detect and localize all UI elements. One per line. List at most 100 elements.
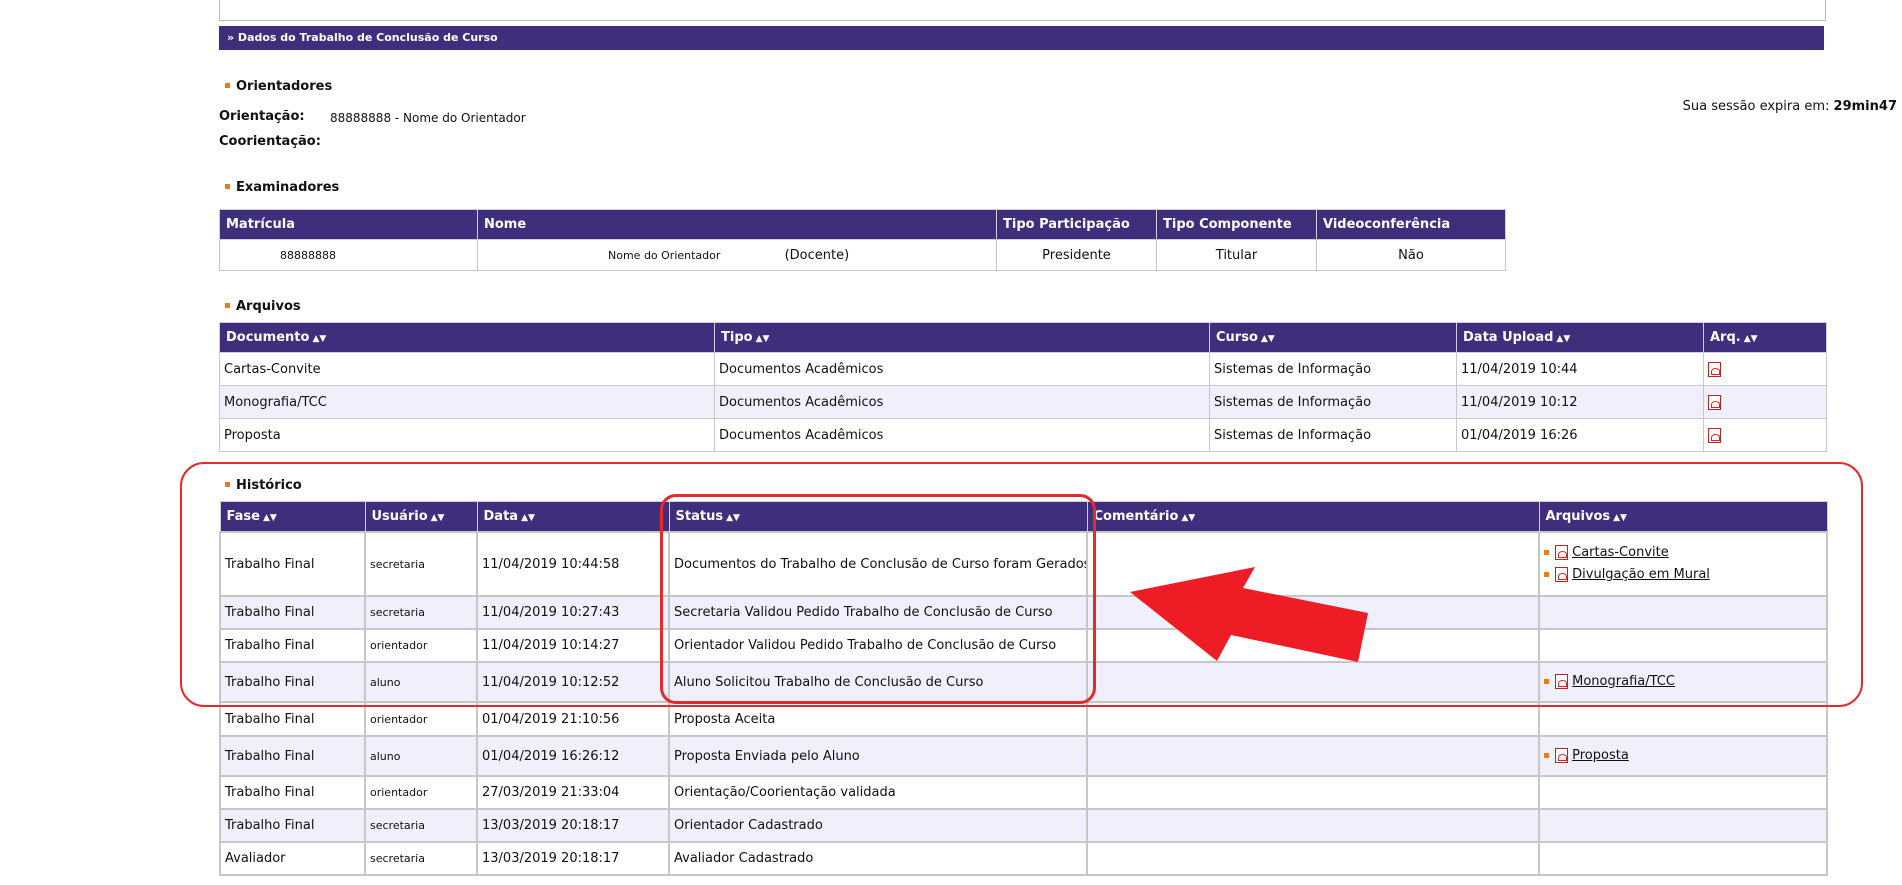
bullet-icon — [225, 482, 230, 487]
col-fase[interactable]: Fase ▲▼ — [219, 501, 366, 533]
usuario-cell: aluno — [364, 735, 478, 777]
nome-cell: Nome do Orientador (Docente) — [477, 239, 997, 271]
arquivos-cell — [1538, 775, 1828, 810]
fase-cell: Trabalho Final — [219, 808, 366, 843]
col-tipo[interactable]: Tipo ▲▼ — [714, 322, 1210, 353]
fase-cell: Trabalho Final — [219, 661, 366, 703]
sort-icon[interactable]: ▲▼ — [756, 334, 770, 344]
sort-icon[interactable]: ▲▼ — [312, 334, 326, 344]
arquivos-table: Documento ▲▼ Tipo ▲▼ Curso ▲▼ Data Upload ▲▼… — [219, 322, 1827, 452]
table-header-row: Documento ▲▼ Tipo ▲▼ Curso ▲▼ Data Upload ▲▼… — [219, 322, 1827, 353]
sort-icon[interactable]: ▲▼ — [1556, 334, 1570, 344]
comentario-cell — [1086, 775, 1540, 810]
col-matricula: Matrícula — [219, 209, 478, 240]
status-cell: Orientação/Coorientação validada — [668, 775, 1088, 810]
arq-cell — [1703, 352, 1827, 386]
comentario-cell — [1086, 735, 1540, 777]
arquivos-cell — [1538, 628, 1828, 663]
col-curso[interactable]: Curso ▲▼ — [1209, 322, 1457, 353]
sort-icon[interactable]: ▲▼ — [1181, 513, 1195, 523]
pdf-icon[interactable] — [1708, 394, 1721, 410]
sort-icon[interactable]: ▲▼ — [521, 513, 535, 523]
pdf-icon[interactable] — [1555, 674, 1568, 689]
file-link-item[interactable]: Divulgação em Mural — [1544, 564, 1822, 586]
fase-cell: Trabalho Final — [219, 531, 366, 597]
comentario-cell — [1086, 531, 1540, 597]
examinadores-table: Matrícula Nome Tipo Participação Tipo Co… — [219, 209, 1506, 271]
sort-icon[interactable]: ▲▼ — [1613, 513, 1627, 523]
col-tipo-componente: Tipo Componente — [1156, 209, 1317, 240]
file-link[interactable]: Cartas-Convite — [1572, 545, 1669, 560]
table-row: Trabalho Final aluno 11/04/2019 10:12:52… — [219, 661, 1828, 703]
table-header-row: Fase ▲▼ Usuário ▲▼ Data ▲▼ Status ▲▼ Comentá… — [219, 501, 1828, 533]
bullet-icon — [1544, 550, 1549, 555]
documento-cell: Cartas-Convite — [219, 352, 715, 386]
pdf-icon[interactable] — [1555, 567, 1568, 582]
arq-cell — [1703, 385, 1827, 419]
comentario-cell — [1086, 701, 1540, 737]
col-tipo-participacao: Tipo Participação — [996, 209, 1157, 240]
data-cell: 11/04/2019 10:44:58 — [476, 531, 670, 597]
col-nome: Nome — [477, 209, 997, 240]
status-cell: Secretaria Validou Pedido Trabalho de Co… — [668, 595, 1088, 630]
file-link[interactable]: Divulgação em Mural — [1572, 567, 1710, 582]
orientadores-heading: Orientadores — [219, 79, 332, 94]
nome-text: Nome do Orientador — [608, 248, 721, 262]
documento-cell: Proposta — [219, 418, 715, 452]
pdf-icon[interactable] — [1555, 545, 1568, 560]
top-panel-box — [219, 0, 1826, 21]
file-link-item[interactable]: Proposta — [1544, 745, 1822, 767]
coorientacao-label: Coorientação: — [219, 134, 321, 149]
bullet-icon — [1544, 572, 1549, 577]
usuario-cell: secretaria — [364, 595, 478, 630]
session-label: Sua sessão expira em: — [1682, 99, 1830, 114]
comentario-cell — [1086, 595, 1540, 630]
data-cell: 13/03/2019 20:18:17 — [476, 808, 670, 843]
tipo-cell: Documentos Acadêmicos — [714, 385, 1210, 419]
curso-cell: Sistemas de Informação — [1209, 385, 1457, 419]
col-arquivos[interactable]: Arquivos ▲▼ — [1538, 501, 1828, 533]
fase-cell: Trabalho Final — [219, 735, 366, 777]
data-cell: 11/04/2019 10:14:27 — [476, 628, 670, 663]
table-row: Trabalho Final aluno 01/04/2019 16:26:12… — [219, 735, 1828, 777]
status-cell: Orientador Cadastrado — [668, 808, 1088, 843]
file-link[interactable]: Proposta — [1572, 748, 1629, 763]
sort-icon[interactable]: ▲▼ — [726, 513, 740, 523]
sort-icon[interactable]: ▲▼ — [1261, 334, 1275, 344]
file-link-item[interactable]: Monografia/TCC — [1544, 671, 1822, 693]
sort-icon[interactable]: ▲▼ — [263, 513, 277, 523]
arquivos-cell: Cartas-Convite Divulgação em Mural — [1538, 531, 1828, 597]
col-usuario[interactable]: Usuário ▲▼ — [364, 501, 478, 533]
col-status[interactable]: Status ▲▼ — [668, 501, 1088, 533]
session-time: 29min47 — [1833, 99, 1897, 114]
curso-cell: Sistemas de Informação — [1209, 352, 1457, 386]
usuario-cell: orientador — [364, 775, 478, 810]
matricula-cell: 88888888 — [219, 239, 478, 271]
comentario-cell — [1086, 628, 1540, 663]
arquivos-heading: Arquivos — [219, 299, 301, 314]
historico-heading: Histórico — [219, 478, 302, 493]
data-cell: 13/03/2019 20:18:17 — [476, 841, 670, 876]
data-cell: 11/04/2019 10:44 — [1456, 352, 1704, 386]
bullet-icon — [225, 303, 230, 308]
sort-icon[interactable]: ▲▼ — [1744, 334, 1758, 344]
pdf-icon[interactable] — [1708, 361, 1721, 377]
status-cell: Documentos do Trabalho de Conclusão de C… — [668, 531, 1088, 597]
col-data[interactable]: Data ▲▼ — [476, 501, 670, 533]
col-arq[interactable]: Arq. ▲▼ — [1703, 322, 1827, 353]
file-link[interactable]: Monografia/TCC — [1572, 674, 1675, 689]
tipo-cell: Documentos Acadêmicos — [714, 418, 1210, 452]
col-comentario[interactable]: Comentário ▲▼ — [1086, 501, 1540, 533]
pdf-icon[interactable] — [1708, 427, 1721, 443]
col-videoconferencia: Videoconferência — [1316, 209, 1506, 240]
table-row: Monografia/TCC Documentos Acadêmicos Sis… — [219, 385, 1827, 419]
col-documento[interactable]: Documento ▲▼ — [219, 322, 715, 353]
data-cell: 01/04/2019 16:26:12 — [476, 735, 670, 777]
sort-icon[interactable]: ▲▼ — [431, 513, 445, 523]
historico-table: Fase ▲▼ Usuário ▲▼ Data ▲▼ Status ▲▼ Comentá… — [219, 501, 1828, 876]
fase-cell: Trabalho Final — [219, 701, 366, 737]
usuario-cell: secretaria — [364, 808, 478, 843]
pdf-icon[interactable] — [1555, 748, 1568, 763]
col-data-upload[interactable]: Data Upload ▲▼ — [1456, 322, 1704, 353]
file-link-item[interactable]: Cartas-Convite — [1544, 542, 1822, 564]
